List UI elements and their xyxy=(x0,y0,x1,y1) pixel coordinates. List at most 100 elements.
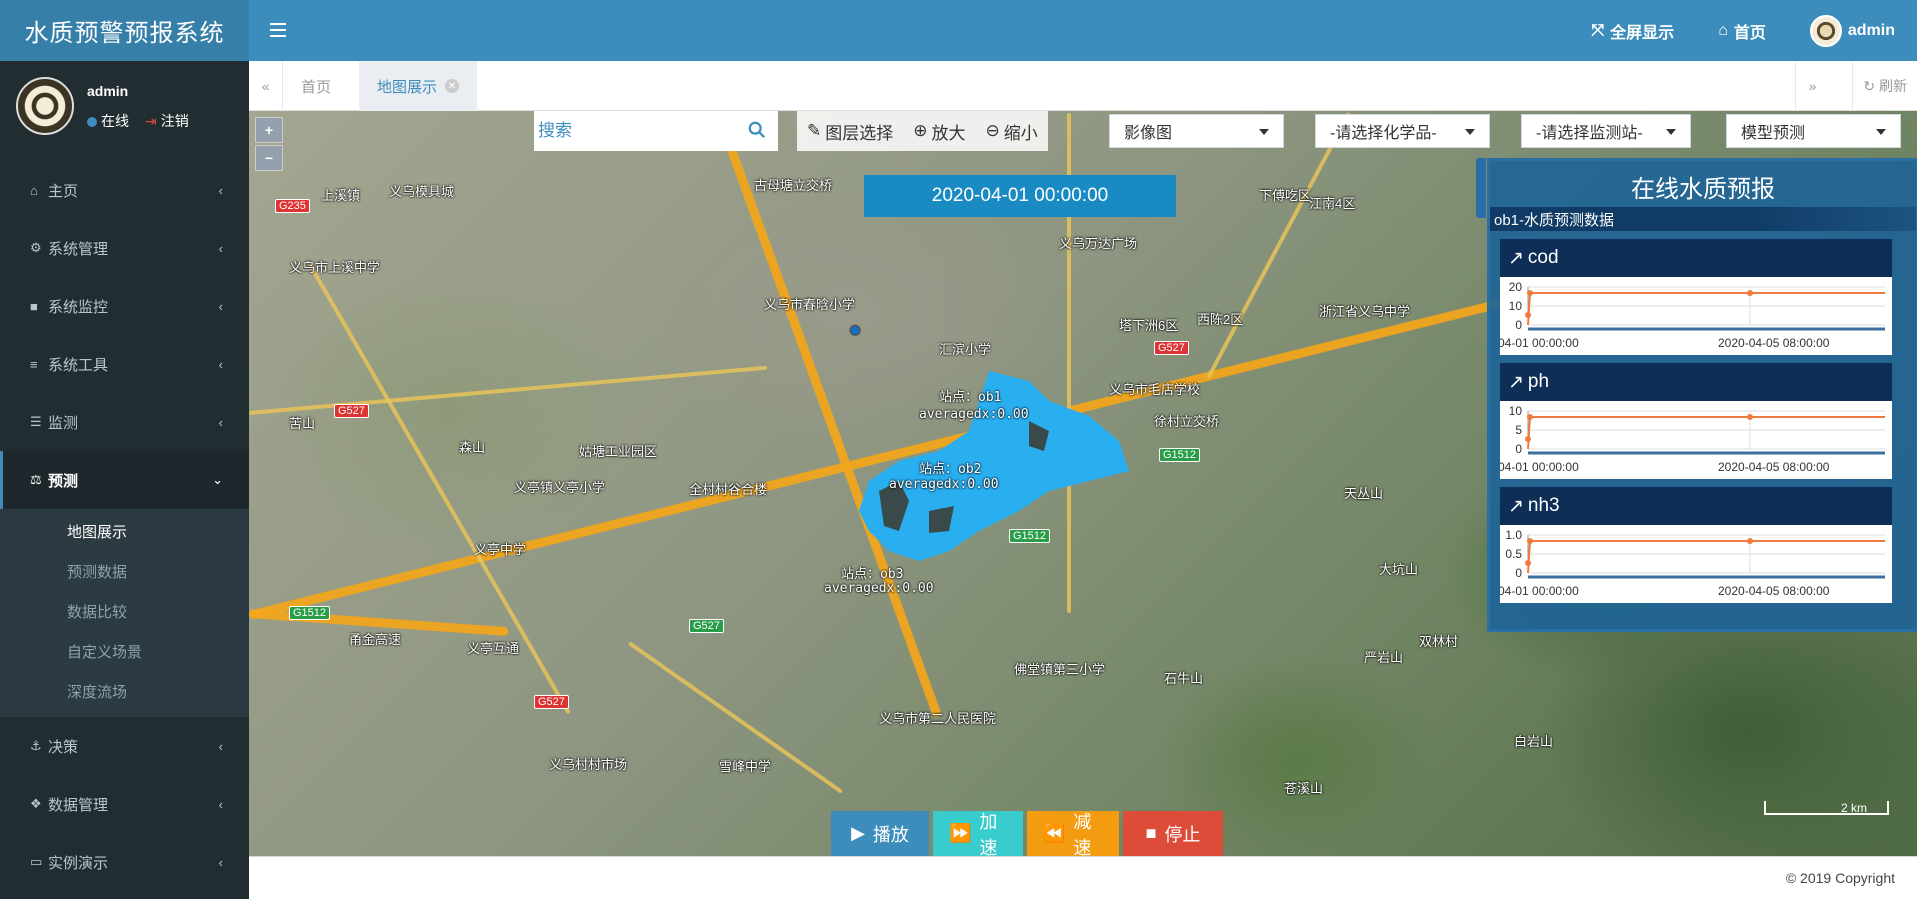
sidebar-toggle-icon[interactable] xyxy=(270,16,294,44)
series-point xyxy=(1527,290,1533,296)
caret-down-icon xyxy=(1666,129,1676,135)
y-tick-label: 5 xyxy=(1515,423,1522,437)
place-label: 大坑山 xyxy=(1379,562,1419,577)
y-tick-label: 0 xyxy=(1515,318,1522,332)
sidebar: admin 在线 ⇥ 注销 ⌂ 主页 ‹ ⚙ 系统管理 ‹ ■ 系统监控 ‹ ≡ 系统工具 ‹ ☰… xyxy=(0,61,249,899)
fullscreen-label: 全屏显示 xyxy=(1610,24,1675,42)
chart-card-cod: ↗ cod 20 10 0 04-01 00:00:00 2020-04-05 08:00… xyxy=(1500,239,1892,355)
model-select[interactable]: 模型预测 xyxy=(1726,114,1901,148)
series-point xyxy=(1527,538,1533,544)
time-display: 2020-04-01 00:00:00 xyxy=(864,175,1176,217)
layer-select-button[interactable]: ✎ 图层选择 xyxy=(807,119,893,144)
sidebar-item-forecast[interactable]: ⚖ 预测 ⌄ xyxy=(0,451,249,509)
home-label: 首页 xyxy=(1733,24,1766,42)
road-badge: G527 xyxy=(1154,341,1189,355)
slow-down-button[interactable]: ⏪ 减速 xyxy=(1027,811,1119,856)
place-label: 义乌万达广场 xyxy=(1059,236,1138,251)
place-label: 义乌市春晗小学 xyxy=(764,297,856,312)
stop-button[interactable]: ■ 停止 xyxy=(1123,811,1223,856)
basemap-select[interactable]: 影像图 xyxy=(1109,114,1284,148)
logout-link[interactable]: ⇥ 注销 xyxy=(145,111,189,131)
zoom-out-label: 缩小 xyxy=(1003,123,1038,143)
station-value-ob1: averagedx:0.00 xyxy=(919,407,1029,422)
sidebar-subitem-deep-flow[interactable]: 深度流场 xyxy=(0,671,249,711)
tab-scroll-left-icon[interactable]: « xyxy=(249,61,283,111)
place-label: 上溪镇 xyxy=(321,188,361,203)
chart-card-ph: ↗ ph 10 5 0 04-01 00:00:00 2020-04-05 08:00:0… xyxy=(1500,363,1892,479)
chevron-down-icon: ⌄ xyxy=(212,472,223,487)
zoom-in-button[interactable]: ⊕ 放大 xyxy=(913,119,965,144)
chart-body: 1.0 0.5 0 04-01 00:00:00 2020-04-05 08:00:00 xyxy=(1500,525,1892,603)
fullscreen-button[interactable]: ⤧ 全屏显示 xyxy=(1569,0,1696,61)
chart-body: 20 10 0 04-01 00:00:00 2020-04-05 08:00:00 xyxy=(1500,277,1892,355)
sidebar-subitem-map[interactable]: 地图展示 xyxy=(0,511,249,551)
sidebar-subitem-forecast-data[interactable]: 预测数据 xyxy=(0,551,249,591)
chart-card-head: ↗ cod xyxy=(1500,239,1892,277)
home-button[interactable]: ⌂ 首页 xyxy=(1696,0,1788,61)
main-road xyxy=(249,365,768,415)
x-tick-label: 2020-04-05 08:00:00 xyxy=(1718,336,1830,350)
zoom-out-icon[interactable]: − xyxy=(255,145,283,171)
map-canvas[interactable]: ● 站点：ob1 averagedx:0.00 站点：ob2 averagedx… xyxy=(249,111,1917,856)
tab-home[interactable]: 首页 xyxy=(283,61,349,111)
refresh-button[interactable]: ↻ 刷新 xyxy=(1852,61,1917,111)
app-title[interactable]: 水质预警预报系统 xyxy=(0,0,249,61)
series-point xyxy=(1747,290,1753,296)
sidebar-item-monitoring[interactable]: ☰ 监测 ‹ xyxy=(0,393,249,451)
fast-forward-button[interactable]: ⏩ 加速 xyxy=(933,811,1023,856)
chart-card-title: ph xyxy=(1527,371,1550,392)
database-icon: ☰ xyxy=(30,414,42,429)
refresh-label: 刷新 xyxy=(1879,78,1907,94)
search-input[interactable] xyxy=(538,121,738,141)
place-label: 浙江省义乌中学 xyxy=(1319,304,1411,319)
place-label: 天丛山 xyxy=(1344,486,1384,501)
search-icon[interactable] xyxy=(748,121,766,139)
station-value-ob3: averagedx:0.00 xyxy=(824,581,934,596)
chemical-value: -请选择化学品- xyxy=(1330,125,1437,142)
station-name-ob3: 站点：ob3 xyxy=(841,567,904,582)
app-root: 水质预警预报系统 ⤧ 全屏显示 ⌂ 首页 admin admin 在线 ⇥注销 xyxy=(0,0,1917,899)
sidebar-item-system-admin[interactable]: ⚙ 系统管理 ‹ xyxy=(0,219,249,277)
chart-card-head: ↗ ph xyxy=(1500,363,1892,401)
sidebar-item-system-monitor[interactable]: ■ 系统监控 ‹ xyxy=(0,277,249,335)
road-badge: G527 xyxy=(334,404,369,418)
chevron-left-icon: ‹ xyxy=(218,356,223,372)
place-label: 苍溪山 xyxy=(1284,781,1324,796)
sidebar-item-decision[interactable]: ⚓ 决策 ‹ xyxy=(0,717,249,775)
online-status: 在线 xyxy=(87,111,129,131)
play-button[interactable]: ▶ 播放 xyxy=(831,811,929,856)
chart-card-title: nh3 xyxy=(1527,495,1560,516)
user-menu[interactable]: admin xyxy=(1788,0,1917,61)
rewind-icon: ⏪ xyxy=(1043,823,1066,843)
sidebar-item-data-management[interactable]: ❖ 数据管理 ‹ xyxy=(0,775,249,833)
fast-forward-icon: ⏩ xyxy=(949,823,972,843)
station-label-ob1: 站点：ob1 xyxy=(939,389,1001,407)
sidebar-item-system-tools[interactable]: ≡ 系统工具 ‹ xyxy=(0,335,249,393)
panel-collapse-handle[interactable] xyxy=(1476,158,1486,218)
place-label: 汇滨小学 xyxy=(939,342,992,357)
station-marker-ob1[interactable]: ● xyxy=(849,319,861,342)
station-value: -请选择监测站- xyxy=(1536,125,1643,142)
place-label: 下傅吃区 xyxy=(1259,188,1312,203)
tab-map[interactable]: 地图展示 ✕ xyxy=(359,61,478,111)
chevron-left-icon: ‹ xyxy=(218,854,223,870)
search-box xyxy=(534,111,778,151)
tab-scroll-right-icon[interactable]: » xyxy=(1795,61,1829,111)
avatar xyxy=(16,77,74,135)
chemical-select[interactable]: -请选择化学品- xyxy=(1315,114,1490,148)
zoom-in-icon[interactable]: + xyxy=(255,117,283,143)
close-icon[interactable]: ✕ xyxy=(445,79,460,93)
y-tick-label: 20 xyxy=(1509,280,1523,294)
station-select[interactable]: -请选择监测站- xyxy=(1521,114,1691,148)
sidebar-subitem-compare[interactable]: 数据比较 xyxy=(0,591,249,631)
x-tick-label: 2020-04-05 08:00:00 xyxy=(1718,584,1830,598)
sidebar-item-home[interactable]: ⌂ 主页 ‹ xyxy=(0,161,249,219)
map-pin-icon: ● xyxy=(849,319,862,341)
sidebar-subitem-custom-scene[interactable]: 自定义场景 xyxy=(0,631,249,671)
zoom-out-button[interactable]: ⊖ 缩小 xyxy=(986,119,1038,144)
place-label: 甬金高速 xyxy=(349,632,402,647)
y-tick-label: 1.0 xyxy=(1505,528,1522,542)
cubes-icon: ❖ xyxy=(30,796,42,811)
sidebar-item-demo[interactable]: ▭ 实例演示 ‹ xyxy=(0,833,249,891)
place-label: 义亭镇义亭小学 xyxy=(514,480,606,495)
